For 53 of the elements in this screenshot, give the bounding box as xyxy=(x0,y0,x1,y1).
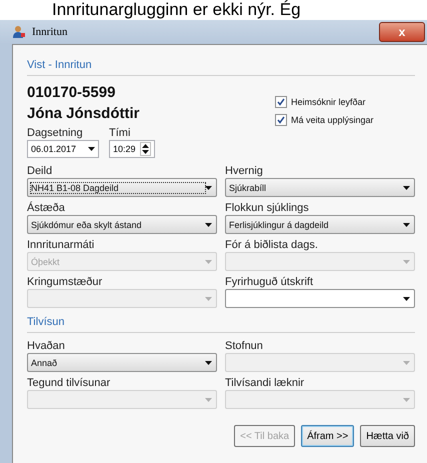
dialog-button[interactable]: Áfram >> xyxy=(301,425,354,447)
field-label: Ástæða xyxy=(27,201,66,215)
field-label: Fyrirhuguð útskrift xyxy=(225,275,314,289)
field-label: Fór á biðlista dags. xyxy=(225,238,319,252)
field-label: Tími xyxy=(109,126,132,140)
dropdown-field[interactable]: Ferlisjúklingur á dagdeild xyxy=(225,215,415,234)
dropdown-field[interactable] xyxy=(225,289,415,308)
time-field[interactable]: 10:29 xyxy=(109,140,155,158)
caret-icon xyxy=(205,186,212,190)
caret-icon xyxy=(142,150,149,154)
checkbox[interactable] xyxy=(275,96,287,108)
caret-icon xyxy=(403,296,410,300)
caret-icon xyxy=(403,360,410,364)
field-label: Hvaðan xyxy=(27,339,66,353)
caret-icon xyxy=(403,260,410,264)
section-title: Vist - Innritun xyxy=(27,59,415,76)
field-label: Innritunarmáti xyxy=(27,238,96,252)
dropdown-field[interactable]: Sjúkdómur eða skylt ástand xyxy=(27,215,217,234)
caret-icon xyxy=(205,360,212,364)
field-label: Deild xyxy=(27,164,54,178)
patient-id: 010170-5599 xyxy=(27,83,116,103)
field-label: Stofnun xyxy=(225,339,264,353)
caption-text: Innritunarglugginn er ekki nýr. Ég xyxy=(51,0,302,20)
caret-icon xyxy=(403,186,410,190)
field-label: Dagsetning xyxy=(27,126,84,140)
dropdown-field[interactable]: Sjúkrabíll xyxy=(225,178,415,197)
caret-icon xyxy=(205,222,212,226)
caret-icon xyxy=(205,398,212,402)
person-icon xyxy=(12,25,26,39)
check-icon xyxy=(277,98,285,106)
field-label: Kringumstæður xyxy=(27,275,104,289)
up-arrow-icon xyxy=(142,144,149,148)
date-field[interactable]: 06.01.2017 xyxy=(27,140,99,158)
section-title: Tilvísun xyxy=(27,316,415,333)
window-title: Innritun xyxy=(32,26,68,38)
check-icon xyxy=(277,116,285,124)
dropdown-field[interactable]: NH41 B1-08 Dagdeild xyxy=(27,178,217,197)
patient-name: Jóna Jónsdóttir xyxy=(27,104,141,124)
field-label: Hvernig xyxy=(225,164,264,178)
checkbox-label: Heimsóknir leyfðar xyxy=(291,97,366,107)
caret-icon xyxy=(88,147,95,151)
dialog-button[interactable]: Hætta við xyxy=(360,425,415,447)
dropdown-field[interactable]: Annað xyxy=(27,353,217,372)
checkbox-label: Má veita upplýsingar xyxy=(291,115,374,125)
caret-icon xyxy=(403,398,410,402)
spinner-icon[interactable] xyxy=(140,142,151,156)
field-label: Tegund tilvísunar xyxy=(27,376,112,390)
caret-icon xyxy=(403,222,410,226)
caret-icon xyxy=(205,260,212,264)
checkbox[interactable] xyxy=(275,114,287,126)
caret-icon xyxy=(205,296,212,300)
field-label: Tilvísandi læknir xyxy=(225,376,306,390)
field-label: Flokkun sjúklings xyxy=(225,201,310,215)
